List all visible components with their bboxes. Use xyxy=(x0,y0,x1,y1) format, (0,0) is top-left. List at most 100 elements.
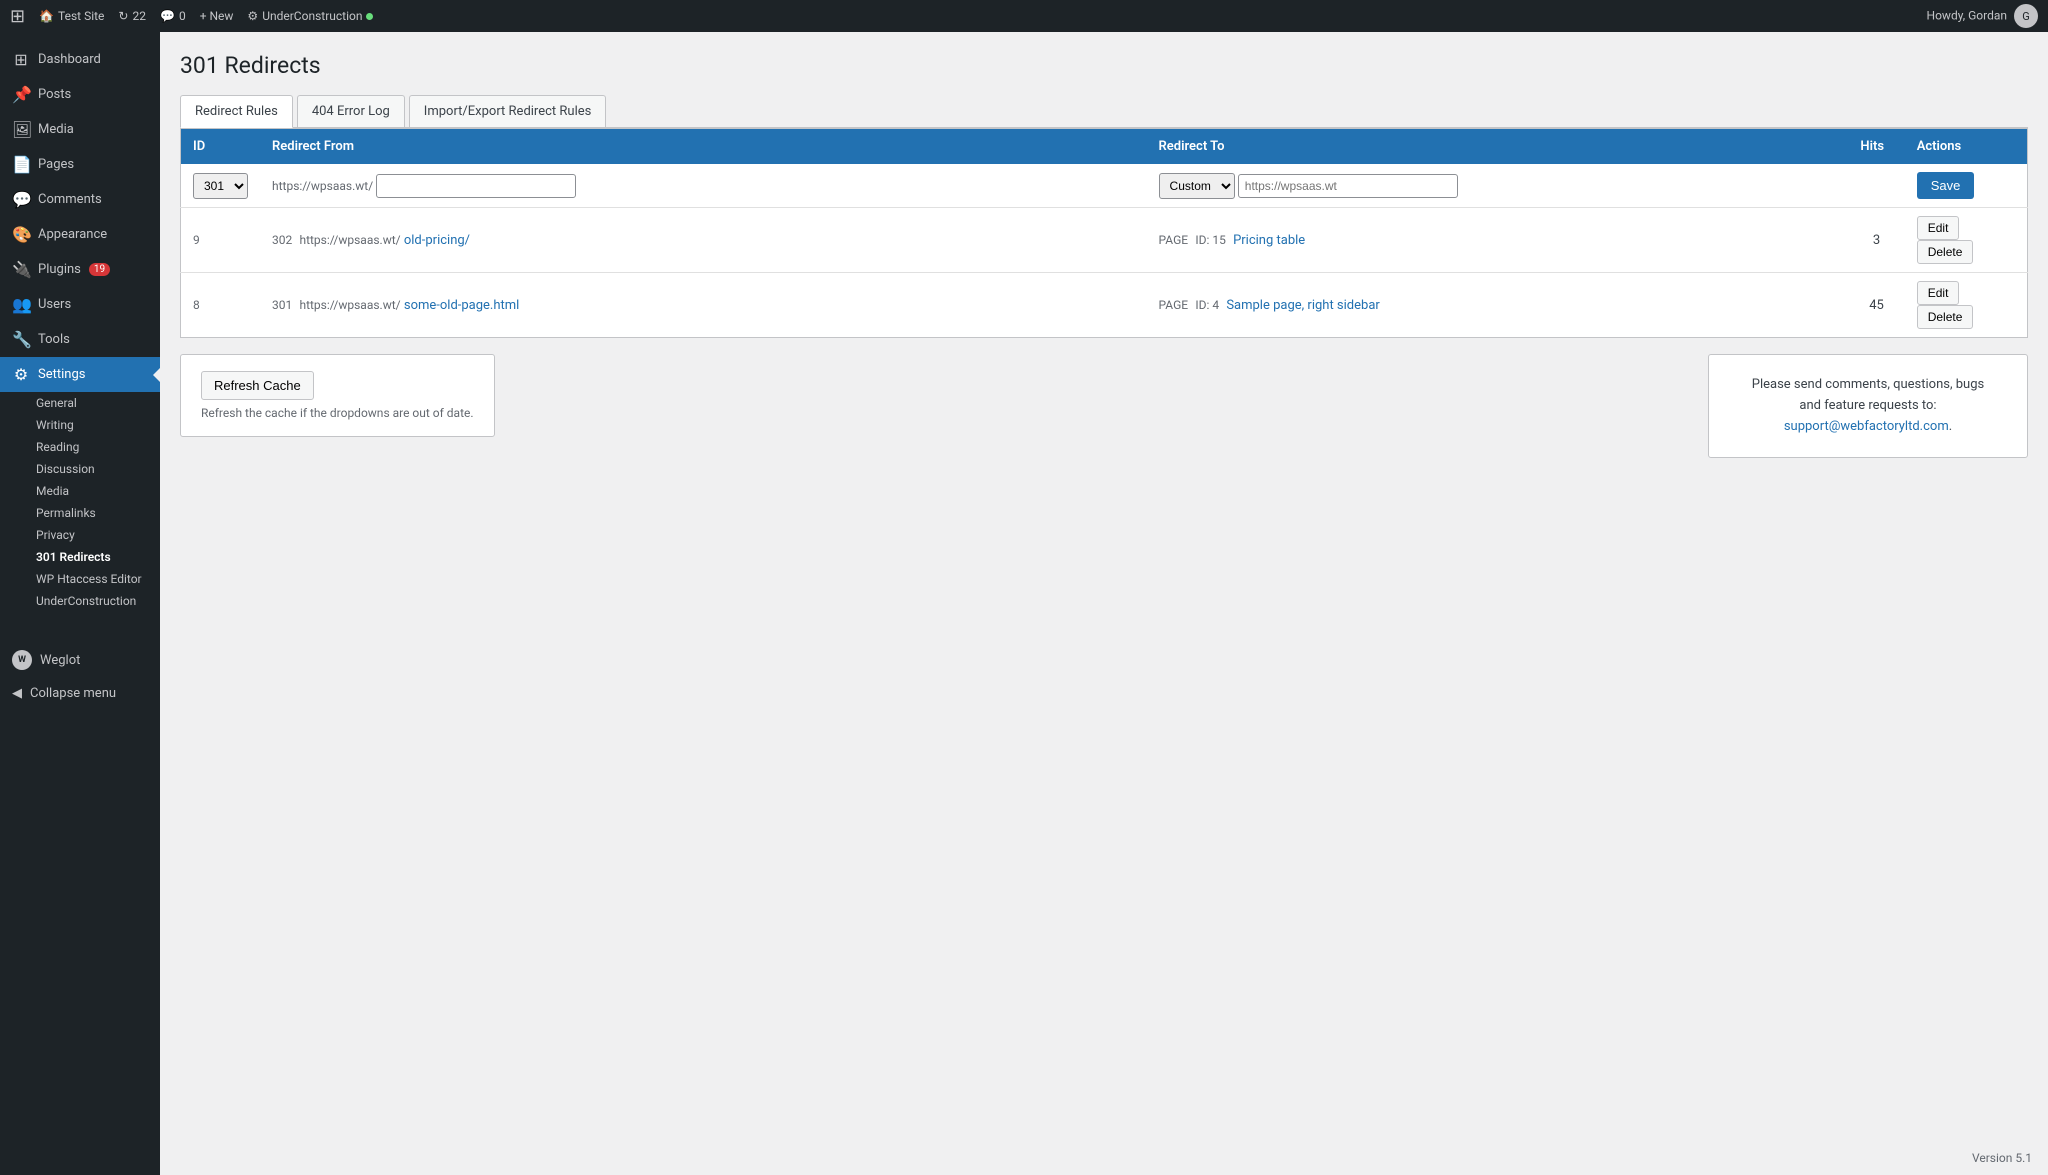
weglot-icon: W xyxy=(12,650,32,670)
sidebar-sub-reading[interactable]: Reading xyxy=(0,436,160,458)
sidebar-item-weglot[interactable]: W Weglot xyxy=(0,642,160,678)
sidebar-sub-htaccess[interactable]: WP Htaccess Editor xyxy=(0,568,160,590)
hits-count: 45 xyxy=(1848,273,1904,338)
row-code: 301 xyxy=(272,298,292,312)
sidebar-item-media[interactable]: 🖼 Media xyxy=(0,112,160,147)
sidebar-item-dashboard[interactable]: ⊞ Dashboard xyxy=(0,42,160,77)
to-page-link[interactable]: Pricing table xyxy=(1233,233,1305,248)
collapse-icon: ◀ xyxy=(12,686,22,701)
avatar: G xyxy=(2014,4,2038,28)
main-content: 301 Redirects Redirect Rules 404 Error L… xyxy=(160,32,2048,1175)
th-actions: Actions xyxy=(1905,129,2028,165)
tab-redirect-rules[interactable]: Redirect Rules xyxy=(180,95,293,128)
to-id-label: ID: 15 xyxy=(1195,233,1226,247)
support-email-link[interactable]: support@webfactoryltd.com xyxy=(1784,419,1949,434)
from-path-link[interactable]: old-pricing/ xyxy=(404,233,470,248)
sidebar-sub-permalinks[interactable]: Permalinks xyxy=(0,502,160,524)
sidebar-sub-underconstruction[interactable]: UnderConstruction xyxy=(0,590,160,612)
from-url-prefix: https://wpsaas.wt/ xyxy=(272,179,373,193)
refresh-cache-description: Refresh the cache if the dropdowns are o… xyxy=(201,406,474,420)
sidebar-sub-media[interactable]: Media xyxy=(0,480,160,502)
posts-icon: 📌 xyxy=(12,85,30,104)
to-type-label: PAGE xyxy=(1159,233,1189,247)
page-title: 301 Redirects xyxy=(180,52,2028,79)
from-path-input[interactable] xyxy=(376,174,576,198)
row-code: 302 xyxy=(272,233,292,247)
sidebar-item-users[interactable]: 👥 Users xyxy=(0,287,160,322)
th-from: Redirect From xyxy=(260,129,1147,165)
tools-icon: 🔧 xyxy=(12,330,30,349)
sidebar-item-posts[interactable]: 📌 Posts xyxy=(0,77,160,112)
sidebar-item-tools[interactable]: 🔧 Tools xyxy=(0,322,160,357)
sidebar-item-comments[interactable]: 💬 Comments xyxy=(0,182,160,217)
version-text: Version 5.1 xyxy=(1972,1151,2032,1165)
appearance-icon: 🎨 xyxy=(12,225,30,244)
th-id: ID xyxy=(181,129,261,165)
delete-button[interactable]: Delete xyxy=(1917,240,1974,264)
save-redirect-button[interactable]: Save xyxy=(1917,172,1975,199)
online-indicator xyxy=(366,13,373,20)
howdy-text[interactable]: Howdy, Gordan G xyxy=(1927,4,2038,28)
pages-icon: 📄 xyxy=(12,155,30,174)
refresh-cache-button[interactable]: Refresh Cache xyxy=(201,371,314,400)
to-id-label: ID: 4 xyxy=(1195,298,1219,312)
th-hits: Hits xyxy=(1848,129,1904,165)
users-icon: 👥 xyxy=(12,295,30,314)
edit-button[interactable]: Edit xyxy=(1917,216,1960,240)
th-to: Redirect To xyxy=(1147,129,1849,165)
sidebar-sub-general[interactable]: General xyxy=(0,392,160,414)
sidebar-item-plugins[interactable]: 🔌 Plugins 19 xyxy=(0,252,160,287)
refresh-cache-box: Refresh Cache Refresh the cache if the d… xyxy=(180,354,495,437)
updates-item[interactable]: ↻ 22 xyxy=(118,9,146,23)
from-prefix: https://wpsaas.wt/ xyxy=(299,298,400,312)
plugins-icon: 🔌 xyxy=(12,260,30,279)
sidebar-sub-writing[interactable]: Writing xyxy=(0,414,160,436)
redirect-type-select[interactable]: Custom Page Post xyxy=(1159,173,1235,199)
to-type-label: PAGE xyxy=(1159,298,1189,312)
table-row: 9 302 https://wpsaas.wt/ old-pricing/ PA… xyxy=(181,208,2028,273)
comments-item[interactable]: 💬 0 xyxy=(160,9,186,23)
topbar: ⊞ 🏠 Test Site ↻ 22 💬 0 + New ⚙ UnderCons… xyxy=(0,0,2048,32)
below-table-area: Refresh Cache Refresh the cache if the d… xyxy=(180,338,2028,458)
redirect-code-select[interactable]: 301 302 xyxy=(193,173,248,199)
plugin-item[interactable]: ⚙ UnderConstruction xyxy=(247,9,373,23)
comments-icon: 💬 xyxy=(160,9,175,23)
from-prefix: https://wpsaas.wt/ xyxy=(299,233,400,247)
row-number: 9 xyxy=(193,233,200,247)
settings-icon: ⚙ xyxy=(12,365,30,384)
dashboard-icon: ⊞ xyxy=(12,50,30,69)
sidebar: ⊞ Dashboard 📌 Posts 🖼 Media 📄 Pages 💬 Co… xyxy=(0,32,160,1175)
table-row: 8 301 https://wpsaas.wt/ some-old-page.h… xyxy=(181,273,2028,338)
from-path-link[interactable]: some-old-page.html xyxy=(404,298,519,313)
redirect-table: ID Redirect From Redirect To Hits Action… xyxy=(180,128,2028,338)
sidebar-item-appearance[interactable]: 🎨 Appearance xyxy=(0,217,160,252)
tabs-container: Redirect Rules 404 Error Log Import/Expo… xyxy=(180,95,2028,128)
tab-404-error-log[interactable]: 404 Error Log xyxy=(297,95,405,127)
new-item[interactable]: + New xyxy=(200,9,234,23)
row-number: 8 xyxy=(193,298,200,312)
sidebar-item-settings[interactable]: ⚙ Settings xyxy=(0,357,160,392)
support-text-1: Please send comments, questions, bugs xyxy=(1752,377,1984,392)
to-page-link[interactable]: Sample page, right sidebar xyxy=(1226,298,1380,313)
sidebar-sub-redirects[interactable]: 301 Redirects xyxy=(0,546,160,568)
site-name[interactable]: 🏠 Test Site xyxy=(39,9,104,23)
support-box: Please send comments, questions, bugs an… xyxy=(1708,354,2028,458)
comments-icon: 💬 xyxy=(12,190,30,209)
new-redirect-row: 301 302 https://wpsaas.wt/ Custom Page P… xyxy=(181,164,2028,208)
sidebar-sub-privacy[interactable]: Privacy xyxy=(0,524,160,546)
delete-button[interactable]: Delete xyxy=(1917,305,1974,329)
collapse-menu[interactable]: ◀ Collapse menu xyxy=(0,678,160,709)
tab-import-export[interactable]: Import/Export Redirect Rules xyxy=(409,95,607,127)
support-text-2: and feature requests to: xyxy=(1799,398,1936,413)
updates-icon: ↻ xyxy=(118,9,128,23)
wp-logo[interactable]: ⊞ xyxy=(10,6,25,27)
plugins-badge: 19 xyxy=(89,263,110,276)
plugin-icon: ⚙ xyxy=(247,9,258,23)
redirect-to-input[interactable] xyxy=(1238,174,1458,198)
hits-count: 3 xyxy=(1848,208,1904,273)
edit-button[interactable]: Edit xyxy=(1917,281,1960,305)
house-icon: 🏠 xyxy=(39,9,54,23)
sidebar-item-pages[interactable]: 📄 Pages xyxy=(0,147,160,182)
sidebar-sub-discussion[interactable]: Discussion xyxy=(0,458,160,480)
media-icon: 🖼 xyxy=(12,120,30,139)
